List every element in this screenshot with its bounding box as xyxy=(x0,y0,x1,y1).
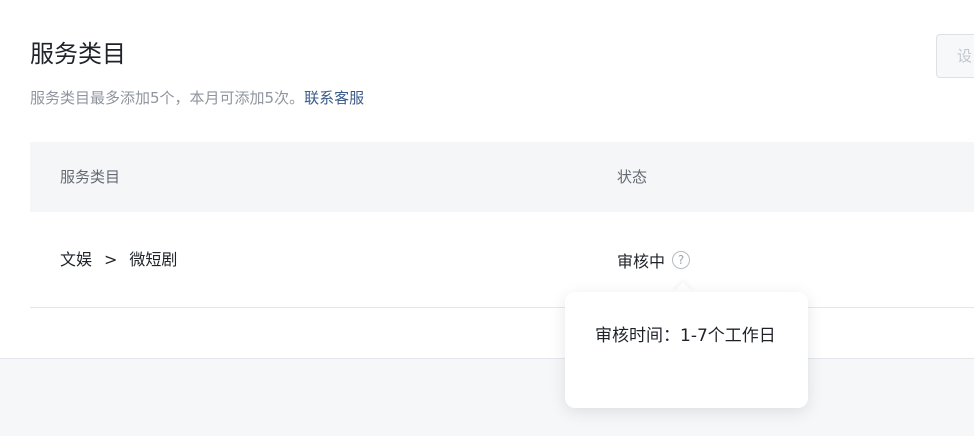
settings-button[interactable]: 设 xyxy=(936,34,974,78)
tooltip-text: 审核时间：1-7个工作日 xyxy=(595,326,776,346)
table-header: 服务类目 状态 xyxy=(30,142,974,212)
review-time-tooltip: 审核时间：1-7个工作日 xyxy=(565,292,808,408)
category-parent: 文娱 xyxy=(60,250,93,269)
page-title: 服务类目 xyxy=(30,40,126,68)
category-separator: > xyxy=(104,250,118,269)
help-icon[interactable]: ? xyxy=(672,250,691,269)
category-path: 文娱 > 微短剧 xyxy=(60,212,177,307)
column-header-category: 服务类目 xyxy=(60,168,121,186)
column-header-status: 状态 xyxy=(617,168,648,186)
category-child: 微短剧 xyxy=(129,250,178,269)
subtitle: 服务类目最多添加5个，本月可添加5次。联系客服 xyxy=(30,87,364,109)
table-row: 文娱 > 微短剧 审核中 ? xyxy=(30,212,974,308)
status-text: 审核中 xyxy=(617,251,666,271)
service-category-card: 服务类目 服务类目最多添加5个，本月可添加5次。联系客服 设 服务类目 状态 文… xyxy=(0,0,974,359)
subtitle-text: 服务类目最多添加5个，本月可添加5次。 xyxy=(30,89,305,107)
contact-support-link[interactable]: 联系客服 xyxy=(304,89,364,107)
